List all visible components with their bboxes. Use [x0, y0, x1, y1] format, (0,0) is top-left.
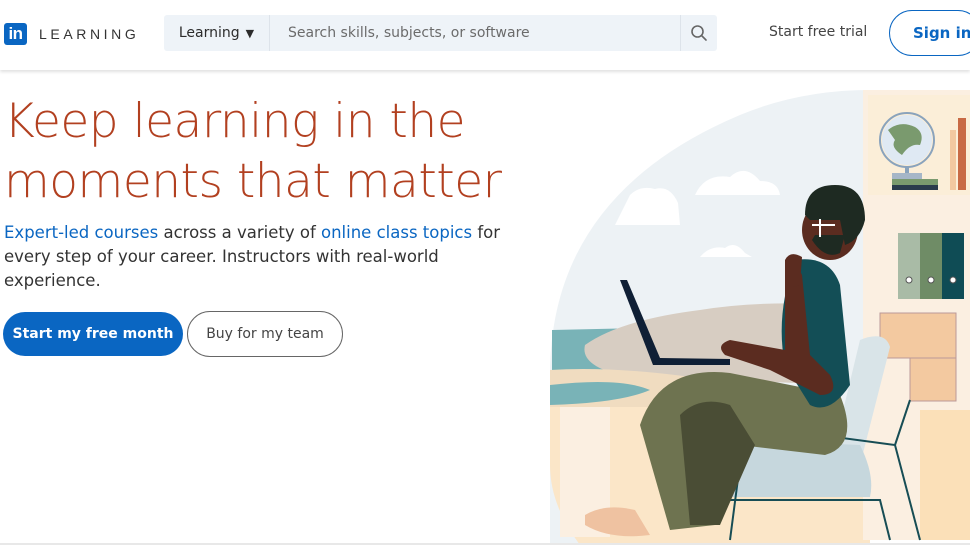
hand	[785, 254, 802, 287]
search-button[interactable]	[680, 15, 717, 51]
hero-subtitle: Expert-led courses across a variety of o…	[4, 221, 504, 293]
online-class-topics-link[interactable]: online class topics	[321, 223, 472, 242]
buy-for-team-button[interactable]: Buy for my team	[187, 311, 343, 357]
search-category-dropdown[interactable]: Learning ▼	[164, 15, 270, 51]
linkedin-logo-icon: in	[4, 23, 27, 45]
book-spine	[950, 130, 956, 190]
search-category-label: Learning	[178, 25, 240, 41]
hero-title: Keep learning in the moments that matter	[4, 92, 502, 212]
cabinet	[920, 410, 970, 540]
drawer	[909, 357, 957, 402]
search-input[interactable]	[270, 15, 680, 51]
binder	[920, 233, 942, 299]
binder	[942, 233, 964, 299]
globe-base	[892, 173, 922, 179]
sign-in-button[interactable]: Sign in	[889, 10, 970, 56]
linkedin-learning-logo[interactable]: in LEARNING	[4, 23, 139, 45]
top-nav: in LEARNING Learning ▼ Start free trial …	[0, 0, 970, 70]
start-free-trial-link[interactable]: Start free trial	[769, 24, 867, 40]
search-bar: Learning ▼	[164, 15, 717, 51]
hero-illustration	[550, 90, 970, 545]
start-free-month-button[interactable]: Start my free month	[3, 312, 183, 356]
book	[892, 185, 938, 190]
logo-text: LEARNING	[39, 26, 140, 42]
book-spine	[958, 118, 966, 190]
drawer	[879, 312, 957, 359]
subtitle-text-1: across a variety of	[158, 223, 321, 242]
hero-title-line-2: moments that matter	[4, 154, 502, 209]
hero-title-line-1: Keep learning in the	[4, 94, 466, 149]
book	[892, 179, 938, 185]
binder	[898, 233, 920, 299]
search-icon	[691, 25, 707, 41]
expert-led-courses-link[interactable]: Expert-led courses	[4, 223, 158, 242]
caret-down-icon: ▼	[245, 26, 255, 40]
